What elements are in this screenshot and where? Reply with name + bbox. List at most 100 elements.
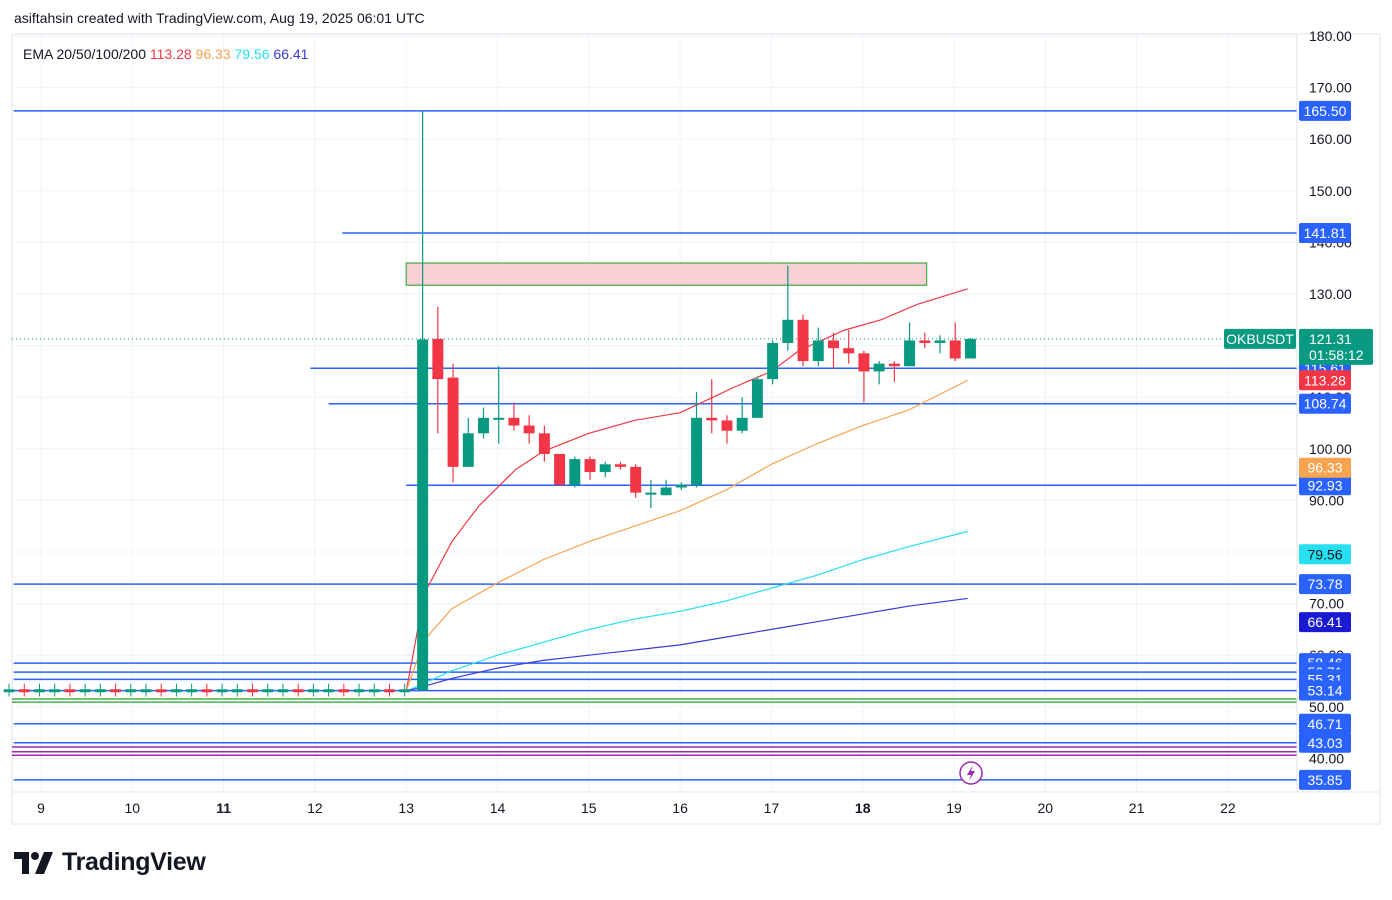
candle-flat-17[interactable] <box>262 683 274 697</box>
candle-4[interactable] <box>478 407 489 439</box>
time-tick-12: 21 <box>1129 800 1145 816</box>
candle-28[interactable] <box>843 330 855 364</box>
level-tag-3: 108.74 <box>1299 393 1351 414</box>
candle-29[interactable] <box>858 350 870 403</box>
candle-flat-20[interactable] <box>308 683 319 697</box>
candle-flat-3[interactable] <box>49 683 61 697</box>
candle-30[interactable] <box>873 361 885 385</box>
candle-6[interactable] <box>508 402 520 431</box>
time-tick-8: 17 <box>764 800 780 816</box>
candle-0[interactable] <box>417 110 429 691</box>
candle-15[interactable] <box>645 479 657 509</box>
candle-20[interactable] <box>721 415 733 444</box>
level-tag-0: 165.50 <box>1299 100 1351 121</box>
candle-flat-13[interactable] <box>201 683 213 697</box>
candle-3[interactable] <box>462 417 474 467</box>
lightning-icon[interactable] <box>959 761 983 785</box>
time-tick-0: 9 <box>37 800 45 816</box>
candle-flat-23[interactable] <box>353 683 365 697</box>
candle-flat-4[interactable] <box>64 683 76 697</box>
tradingview-logo-text: TradingView <box>62 848 206 876</box>
candle-8[interactable] <box>538 425 550 462</box>
candle-14[interactable] <box>630 464 642 498</box>
candle-flat-24[interactable] <box>368 683 380 697</box>
price-tag-3: 79.56 <box>1299 544 1351 565</box>
ema-line-1[interactable] <box>405 379 968 692</box>
price-tick-2: 160.00 <box>1309 131 1352 147</box>
candle-flat-25[interactable] <box>384 683 395 697</box>
price-tag-4: 66.41 <box>1299 612 1351 633</box>
candle-16[interactable] <box>660 479 672 496</box>
candle-19[interactable] <box>706 379 718 434</box>
level-tag-9: 53.14 <box>1299 680 1351 701</box>
candle-flat-1[interactable] <box>18 683 30 697</box>
candle-35[interactable] <box>949 322 961 362</box>
candle-flat-18[interactable] <box>277 683 289 697</box>
candle-flat-12[interactable] <box>186 683 197 697</box>
time-tick-1: 10 <box>125 800 141 816</box>
candle-flat-15[interactable] <box>231 683 243 697</box>
candle-7[interactable] <box>523 415 535 444</box>
candle-26[interactable] <box>812 327 824 367</box>
candle-17[interactable] <box>675 482 687 491</box>
svg-text:92.93: 92.93 <box>1307 477 1342 493</box>
candle-flat-8[interactable] <box>125 683 137 697</box>
candle-flat-7[interactable] <box>110 683 121 697</box>
candle-flat-5[interactable] <box>79 683 91 697</box>
candle-32[interactable] <box>904 322 916 367</box>
ema-legend-value-0: 113.28 <box>150 46 196 62</box>
candle-flat-0[interactable] <box>3 683 15 697</box>
svg-text:73.78: 73.78 <box>1307 576 1342 592</box>
svg-text:165.50: 165.50 <box>1304 103 1347 119</box>
svg-text:43.03: 43.03 <box>1307 735 1342 751</box>
price-tick-13: 50.00 <box>1309 699 1344 715</box>
candle-flat-14[interactable] <box>216 683 228 697</box>
candle-5[interactable] <box>493 366 505 444</box>
svg-text:141.81: 141.81 <box>1304 225 1347 241</box>
candle-flat-16[interactable] <box>247 683 258 697</box>
ema-line-2[interactable] <box>405 530 968 692</box>
svg-text:79.56: 79.56 <box>1307 546 1342 562</box>
time-tick-3: 12 <box>307 800 323 816</box>
price-tag-2: 96.33 <box>1299 457 1351 478</box>
zone-rect[interactable] <box>405 262 928 286</box>
candle-27[interactable] <box>828 332 839 369</box>
time-tick-7: 16 <box>672 800 688 816</box>
ema-line-0[interactable] <box>405 288 968 692</box>
candle-flat-21[interactable] <box>323 683 334 697</box>
ema-line-3[interactable] <box>406 597 968 692</box>
candle-flat-19[interactable] <box>292 683 304 697</box>
ema-legend[interactable]: EMA 20/50/100/200 113.28 96.33 79.56 66.… <box>23 46 309 62</box>
candle-flat-10[interactable] <box>155 683 167 697</box>
candle-36[interactable] <box>964 337 976 359</box>
level-tag-4: 92.93 <box>1299 475 1351 496</box>
candle-21[interactable] <box>736 397 748 434</box>
tradingview-logo[interactable]: TradingView <box>14 848 206 877</box>
candle-flat-22[interactable] <box>338 683 350 697</box>
candle-25[interactable] <box>797 314 809 367</box>
time-tick-11: 20 <box>1038 800 1054 816</box>
ema-legend-value-1: 96.33 <box>196 46 235 62</box>
candle-flat-11[interactable] <box>171 683 182 697</box>
candle-2[interactable] <box>447 363 459 483</box>
candle-12[interactable] <box>599 461 611 478</box>
price-tick-3: 150.00 <box>1309 183 1352 199</box>
price-tag-1: 113.28 <box>1299 370 1351 391</box>
candle-flat-2[interactable] <box>34 683 45 697</box>
candle-13[interactable] <box>614 461 626 470</box>
time-axis[interactable]: 9 10 11 12 13 14 15 16 17 18 19 20 21 22 <box>37 800 1236 816</box>
candle-10[interactable] <box>569 456 581 488</box>
candle-34[interactable] <box>934 335 946 354</box>
candle-flat-9[interactable] <box>140 683 152 697</box>
candle-flat-6[interactable] <box>95 683 106 697</box>
candle-9[interactable] <box>554 453 566 485</box>
time-tick-4: 13 <box>398 800 414 816</box>
level-tag-11: 43.03 <box>1299 732 1351 753</box>
tradingview-logo-icon <box>14 851 53 874</box>
candle-1[interactable] <box>432 306 444 434</box>
candlestick-chart[interactable]: 180.00170.00160.00150.00140.00130.00120.… <box>0 0 1392 900</box>
candle-11[interactable] <box>584 456 596 480</box>
candle-31[interactable] <box>888 361 900 382</box>
candle-22[interactable] <box>751 376 763 418</box>
candle-23[interactable] <box>767 340 779 385</box>
